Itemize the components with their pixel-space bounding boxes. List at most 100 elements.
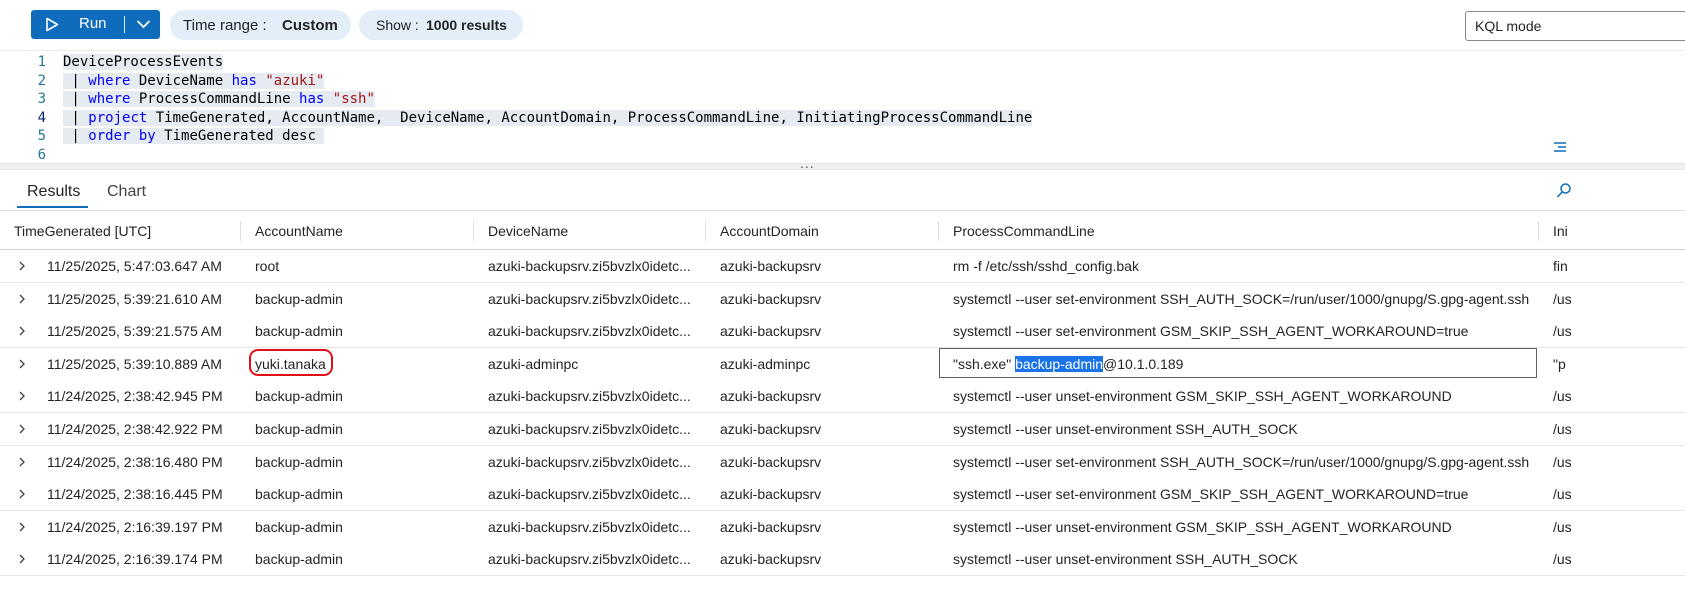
- cell-devicename[interactable]: azuki-backupsrv.zi5bvzlx0idetc...: [488, 454, 693, 470]
- table-row[interactable]: 11/25/2025, 5:47:03.647 AM root azuki-back…: [0, 250, 1685, 283]
- cell-accountdomain[interactable]: azuki-backupsrv: [720, 258, 935, 274]
- cell-processcommandline[interactable]: "ssh.exe" backup-admin@10.1.0.189: [953, 355, 1533, 372]
- code-line[interactable]: | where ProcessCommandLine has "ssh": [63, 90, 375, 109]
- cell-accountdomain[interactable]: azuki-backupsrv: [720, 551, 935, 567]
- table-row[interactable]: 11/24/2025, 2:38:16.445 PM backup-admin az…: [0, 478, 1685, 512]
- chevron-right-icon[interactable]: [17, 325, 27, 337]
- cell-initiatingprocesscommandline[interactable]: /us: [1553, 388, 1683, 404]
- cell-timegenerated[interactable]: 11/24/2025, 2:38:16.480 PM: [47, 454, 237, 470]
- cell-accountname[interactable]: root: [255, 258, 470, 274]
- cell-accountdomain[interactable]: azuki-backupsrv: [720, 291, 935, 307]
- table-row[interactable]: 11/24/2025, 2:16:39.197 PM backup-admin az…: [0, 510, 1685, 544]
- cell-timegenerated[interactable]: 11/25/2025, 5:39:10.889 AM: [47, 356, 237, 372]
- cell-accountdomain[interactable]: azuki-backupsrv: [720, 486, 935, 502]
- splitter-handle[interactable]: ...: [800, 155, 815, 171]
- column-header-initiatingprocesscommandline[interactable]: Ini: [1553, 223, 1568, 239]
- cell-processcommandline[interactable]: rm -f /etc/ssh/sshd_config.bak: [953, 258, 1533, 274]
- query-editor[interactable]: 1 DeviceProcessEvents 2 | where DeviceName…: [0, 51, 1685, 163]
- cell-accountdomain[interactable]: azuki-backupsrv: [720, 421, 935, 437]
- column-resizer[interactable]: [240, 221, 241, 241]
- cell-timegenerated[interactable]: 11/24/2025, 2:38:42.922 PM: [47, 421, 237, 437]
- cell-accountdomain[interactable]: azuki-backupsrv: [720, 454, 935, 470]
- table-row[interactable]: 11/24/2025, 2:38:42.922 PM backup-admin az…: [0, 413, 1685, 446]
- chevron-right-icon[interactable]: [17, 390, 27, 402]
- cell-processcommandline[interactable]: systemctl --user set-environment SSH_AUT…: [953, 454, 1533, 470]
- code-line[interactable]: | order by TimeGenerated desc: [63, 127, 325, 146]
- cell-initiatingprocesscommandline[interactable]: /us: [1553, 519, 1683, 535]
- kql-mode-dropdown[interactable]: KQL mode: [1465, 11, 1685, 41]
- cell-accountname[interactable]: yuki.tanaka: [255, 356, 470, 372]
- chevron-right-icon[interactable]: [17, 260, 27, 272]
- cell-accountdomain[interactable]: azuki-adminpc: [720, 356, 935, 372]
- cell-devicename[interactable]: azuki-backupsrv.zi5bvzlx0idetc...: [488, 388, 693, 404]
- cell-timegenerated[interactable]: 11/25/2025, 5:39:21.575 AM: [47, 323, 237, 339]
- code-line[interactable]: | project TimeGenerated, AccountName, De…: [63, 109, 1033, 128]
- code-line[interactable]: DeviceProcessEvents: [63, 53, 224, 72]
- cell-accountdomain[interactable]: azuki-backupsrv: [720, 388, 935, 404]
- code-line[interactable]: | where DeviceName has "azuki": [63, 72, 325, 91]
- table-row[interactable]: 11/24/2025, 2:16:39.174 PM backup-admin az…: [0, 543, 1685, 577]
- format-lines-icon[interactable]: [1552, 139, 1568, 155]
- cell-processcommandline[interactable]: systemctl --user unset-environment GSM_S…: [953, 519, 1533, 535]
- cell-devicename[interactable]: azuki-backupsrv.zi5bvzlx0idetc...: [488, 551, 693, 567]
- cell-initiatingprocesscommandline[interactable]: /us: [1553, 323, 1683, 339]
- cell-initiatingprocesscommandline[interactable]: /us: [1553, 551, 1683, 567]
- cell-processcommandline[interactable]: systemctl --user set-environment SSH_AUT…: [953, 291, 1533, 307]
- column-resizer[interactable]: [705, 221, 706, 241]
- table-row[interactable]: 11/24/2025, 2:38:42.945 PM backup-admin az…: [0, 380, 1685, 414]
- cell-accountname[interactable]: backup-admin: [255, 454, 470, 470]
- cell-accountdomain[interactable]: azuki-backupsrv: [720, 519, 935, 535]
- cell-accountname[interactable]: backup-admin: [255, 519, 470, 535]
- cell-accountname[interactable]: backup-admin: [255, 291, 470, 307]
- cell-initiatingprocesscommandline[interactable]: /us: [1553, 421, 1683, 437]
- chevron-right-icon[interactable]: [17, 553, 27, 565]
- cell-timegenerated[interactable]: 11/24/2025, 2:38:16.445 PM: [47, 486, 237, 502]
- cell-initiatingprocesscommandline[interactable]: "p: [1553, 356, 1683, 372]
- chevron-right-icon[interactable]: [17, 488, 27, 500]
- tab-results[interactable]: Results: [27, 183, 80, 201]
- tab-chart[interactable]: Chart: [107, 183, 146, 201]
- cell-devicename[interactable]: azuki-backupsrv.zi5bvzlx0idetc...: [488, 291, 693, 307]
- chevron-right-icon[interactable]: [17, 521, 27, 533]
- cell-devicename[interactable]: azuki-adminpc: [488, 356, 693, 372]
- column-resizer[interactable]: [473, 221, 474, 241]
- cell-processcommandline[interactable]: systemctl --user unset-environment GSM_S…: [953, 388, 1533, 404]
- table-row[interactable]: 11/24/2025, 2:38:16.480 PM backup-admin az…: [0, 445, 1685, 479]
- cell-initiatingprocesscommandline[interactable]: /us: [1553, 486, 1683, 502]
- run-options-dropdown[interactable]: [127, 10, 160, 39]
- result-limit-picker[interactable]: Show : 1000 results: [359, 10, 523, 40]
- column-header-accountname[interactable]: AccountName: [255, 223, 343, 239]
- column-header-devicename[interactable]: DeviceName: [488, 223, 568, 239]
- column-resizer[interactable]: [1538, 221, 1539, 241]
- editor-results-splitter[interactable]: [0, 163, 1685, 170]
- column-header-accountdomain[interactable]: AccountDomain: [720, 223, 819, 239]
- chevron-right-icon[interactable]: [17, 358, 27, 370]
- chevron-right-icon[interactable]: [17, 456, 27, 468]
- cell-devicename[interactable]: azuki-backupsrv.zi5bvzlx0idetc...: [488, 486, 693, 502]
- table-row[interactable]: 11/25/2025, 5:39:10.889 AM yuki.tanaka azu…: [0, 347, 1685, 381]
- chevron-right-icon[interactable]: [17, 423, 27, 435]
- cell-processcommandline[interactable]: systemctl --user unset-environment SSH_A…: [953, 421, 1533, 437]
- search-icon[interactable]: [1556, 182, 1572, 200]
- cell-processcommandline[interactable]: systemctl --user unset-environment SSH_A…: [953, 551, 1533, 567]
- cell-initiatingprocesscommandline[interactable]: /us: [1553, 454, 1683, 470]
- cell-accountname[interactable]: backup-admin: [255, 388, 470, 404]
- cell-accountdomain[interactable]: azuki-backupsrv: [720, 323, 935, 339]
- cell-devicename[interactable]: azuki-backupsrv.zi5bvzlx0idetc...: [488, 421, 693, 437]
- cell-accountname[interactable]: backup-admin: [255, 551, 470, 567]
- cell-devicename[interactable]: azuki-backupsrv.zi5bvzlx0idetc...: [488, 323, 693, 339]
- cell-processcommandline[interactable]: systemctl --user set-environment GSM_SKI…: [953, 323, 1533, 339]
- cell-timegenerated[interactable]: 11/24/2025, 2:38:42.945 PM: [47, 388, 237, 404]
- run-button[interactable]: Run: [31, 10, 124, 39]
- cell-timegenerated[interactable]: 11/24/2025, 2:16:39.197 PM: [47, 519, 237, 535]
- cell-devicename[interactable]: azuki-backupsrv.zi5bvzlx0idetc...: [488, 519, 693, 535]
- cell-timegenerated[interactable]: 11/25/2025, 5:47:03.647 AM: [47, 258, 237, 274]
- cell-timegenerated[interactable]: 11/24/2025, 2:16:39.174 PM: [47, 551, 237, 567]
- column-header-timegenerated[interactable]: TimeGenerated [UTC]: [14, 223, 151, 239]
- cell-accountname[interactable]: backup-admin: [255, 421, 470, 437]
- cell-initiatingprocesscommandline[interactable]: fin: [1553, 258, 1683, 274]
- cell-timegenerated[interactable]: 11/25/2025, 5:39:21.610 AM: [47, 291, 237, 307]
- cell-processcommandline[interactable]: systemctl --user set-environment GSM_SKI…: [953, 486, 1533, 502]
- cell-devicename[interactable]: azuki-backupsrv.zi5bvzlx0idetc...: [488, 258, 693, 274]
- time-range-picker[interactable]: Time range : Custom: [170, 10, 351, 40]
